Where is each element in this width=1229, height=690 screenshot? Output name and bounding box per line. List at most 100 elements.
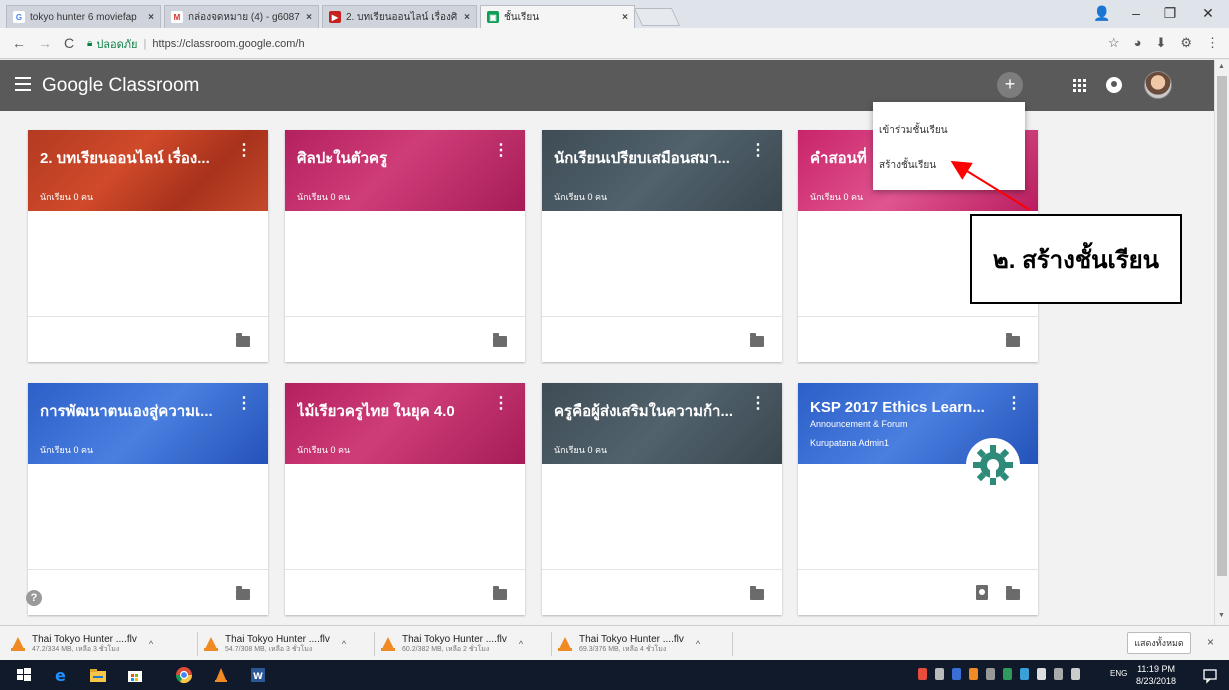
tray-icon[interactable]: [1020, 668, 1029, 680]
bookmark-star-icon[interactable]: ☆: [1108, 35, 1120, 51]
notifications-icon[interactable]: [1106, 77, 1122, 93]
scrollbar-thumb[interactable]: [1217, 76, 1227, 576]
apps-grid-icon[interactable]: [1073, 79, 1086, 92]
class-more-options-icon[interactable]: ⋮: [236, 396, 252, 412]
folder-icon[interactable]: [750, 586, 764, 600]
vlc-file-icon: [203, 636, 219, 652]
avatar[interactable]: [1144, 71, 1172, 99]
assignment-icon[interactable]: [976, 585, 988, 600]
file-explorer-icon[interactable]: [89, 666, 107, 684]
profile-icon[interactable]: 👤: [1092, 2, 1112, 24]
download-options-chevron-icon[interactable]: ^: [696, 639, 700, 649]
volume-icon[interactable]: [1071, 668, 1080, 680]
input-language[interactable]: ENG: [1110, 669, 1127, 678]
create-class-menu-item[interactable]: สร้างชั้นเรียน: [879, 158, 936, 173]
class-title[interactable]: KSP 2017 Ethics Learn...: [810, 399, 1000, 416]
folder-icon[interactable]: [1006, 586, 1020, 600]
close-download-shelf-icon[interactable]: ×: [1207, 635, 1214, 649]
download-options-chevron-icon[interactable]: ^: [342, 639, 346, 649]
action-center-icon[interactable]: [1201, 666, 1219, 684]
hamburger-menu-icon[interactable]: [15, 77, 31, 91]
class-more-options-icon[interactable]: ⋮: [493, 143, 509, 159]
class-more-options-icon[interactable]: ⋮: [493, 396, 509, 412]
network-icon[interactable]: [1037, 668, 1046, 680]
tab-close-icon[interactable]: ×: [464, 12, 470, 23]
store-icon[interactable]: [126, 666, 144, 684]
folder-icon[interactable]: [493, 586, 507, 600]
back-button[interactable]: ←: [10, 34, 28, 52]
vlc-icon[interactable]: [212, 666, 230, 684]
wifi-icon[interactable]: [1054, 668, 1063, 680]
download-icon[interactable]: ⬇: [1155, 35, 1166, 51]
class-title[interactable]: 2. บทเรียนออนไลน์ เรื่อง...: [40, 146, 230, 170]
maximize-button[interactable]: ❐: [1160, 2, 1180, 24]
show-all-downloads-button[interactable]: แสดงทั้งหมด: [1127, 632, 1191, 654]
class-card[interactable]: การพัฒนาตนเองสู่ความเ... นักเรียน 0 คน ⋮: [28, 383, 268, 615]
download-item[interactable]: Thai Tokyo Hunter ....flv 54.7/308 MB, เ…: [203, 632, 375, 656]
class-title[interactable]: นักเรียนเปรียบเสมือนสมา...: [554, 146, 744, 170]
page-scrollbar[interactable]: ▲ ▼: [1214, 60, 1229, 625]
class-card[interactable]: นักเรียนเปรียบเสมือนสมา... นักเรียน 0 คน…: [542, 130, 782, 362]
class-card[interactable]: KSP 2017 Ethics Learn... Announcement & …: [798, 383, 1038, 615]
tray-icon[interactable]: [935, 668, 944, 680]
tab-close-icon[interactable]: ×: [148, 12, 154, 23]
class-title[interactable]: ครูคือผู้ส่งเสริมในความก้า...: [554, 399, 744, 423]
class-more-options-icon[interactable]: ⋮: [750, 396, 766, 412]
download-item[interactable]: Thai Tokyo Hunter ....flv 69.3/376 MB, เ…: [557, 632, 733, 656]
folder-icon[interactable]: [236, 586, 250, 600]
app-title[interactable]: Google Classroom: [42, 75, 199, 97]
class-card-footer: [28, 316, 268, 362]
class-more-options-icon[interactable]: ⋮: [236, 143, 252, 159]
settings-extension-icon[interactable]: ⚙: [1180, 35, 1192, 51]
url-input[interactable]: 🔒︎ ปลอดภัย | https://classroom.google.co…: [87, 33, 1087, 54]
forward-button[interactable]: →: [36, 34, 54, 52]
class-title[interactable]: ศิลปะในตัวครู: [297, 146, 487, 170]
word-icon[interactable]: W: [249, 666, 267, 684]
help-icon[interactable]: ?: [26, 590, 42, 606]
browser-tab-3[interactable]: ▶ 2. บทเรียนออนไลน์ เรื่องศิลป์ ×: [322, 5, 477, 28]
close-window-button[interactable]: ✕: [1198, 2, 1218, 24]
vlc-file-icon: [10, 636, 26, 652]
tab-close-icon[interactable]: ×: [306, 12, 312, 23]
class-card[interactable]: ครูคือผู้ส่งเสริมในความก้า... นักเรียน 0…: [542, 383, 782, 615]
class-more-options-icon[interactable]: ⋮: [750, 143, 766, 159]
download-item[interactable]: Thai Tokyo Hunter ....flv 47.2/334 MB, เ…: [10, 632, 198, 656]
class-card[interactable]: 2. บทเรียนออนไลน์ เรื่อง... นักเรียน 0 ค…: [28, 130, 268, 362]
windows-start-icon[interactable]: [15, 666, 33, 684]
new-tab-button[interactable]: [633, 8, 681, 26]
class-more-options-icon[interactable]: ⋮: [1006, 396, 1022, 412]
browser-tab-4-active[interactable]: ▣ ชั้นเรียน ×: [480, 5, 635, 28]
download-options-chevron-icon[interactable]: ^: [519, 639, 523, 649]
add-class-button[interactable]: +: [997, 72, 1023, 98]
folder-icon[interactable]: [493, 333, 507, 347]
scroll-down-arrow-icon[interactable]: ▼: [1218, 612, 1225, 619]
tray-icon[interactable]: [952, 668, 961, 680]
class-title[interactable]: การพัฒนาตนเองสู่ความเ...: [40, 399, 230, 423]
class-card[interactable]: ศิลปะในตัวครู นักเรียน 0 คน ⋮: [285, 130, 525, 362]
browser-tab-2[interactable]: M กล่องจดหมาย (4) - g6087s ×: [164, 5, 319, 28]
folder-icon[interactable]: [750, 333, 764, 347]
tray-icon[interactable]: [969, 668, 978, 680]
scroll-up-arrow-icon[interactable]: ▲: [1218, 63, 1225, 70]
taskbar-clock[interactable]: 11:19 PM 8/23/2018: [1136, 663, 1176, 687]
tray-icon[interactable]: [918, 668, 927, 680]
class-title[interactable]: ไม้เรียวครูไทย ในยุค 4.0: [297, 399, 487, 423]
reload-button[interactable]: C: [60, 34, 78, 52]
tray-icon[interactable]: [986, 668, 995, 680]
extension-icon[interactable]: ◕: [1134, 35, 1142, 51]
tray-icon[interactable]: [1003, 668, 1012, 680]
browser-tab-strip: G tokyo hunter 6 moviefap × M กล่องจดหมา…: [0, 0, 1229, 28]
download-item[interactable]: Thai Tokyo Hunter ....flv 60.2/382 MB, เ…: [380, 632, 552, 656]
class-card[interactable]: ไม้เรียวครูไทย ในยุค 4.0 นักเรียน 0 คน ⋮: [285, 383, 525, 615]
download-options-chevron-icon[interactable]: ^: [149, 639, 153, 649]
minimize-button[interactable]: –: [1126, 2, 1146, 24]
tab-close-icon[interactable]: ×: [622, 12, 628, 23]
join-class-menu-item[interactable]: เข้าร่วมชั้นเรียน: [879, 123, 948, 138]
download-filename: Thai Tokyo Hunter ....flv: [579, 634, 684, 645]
browser-tab-1[interactable]: G tokyo hunter 6 moviefap ×: [6, 5, 161, 28]
browser-menu-icon[interactable]: ⋮: [1206, 35, 1219, 51]
edge-browser-icon[interactable]: e: [52, 666, 70, 684]
chrome-icon[interactable]: [175, 666, 193, 684]
folder-icon[interactable]: [1006, 333, 1020, 347]
folder-icon[interactable]: [236, 333, 250, 347]
